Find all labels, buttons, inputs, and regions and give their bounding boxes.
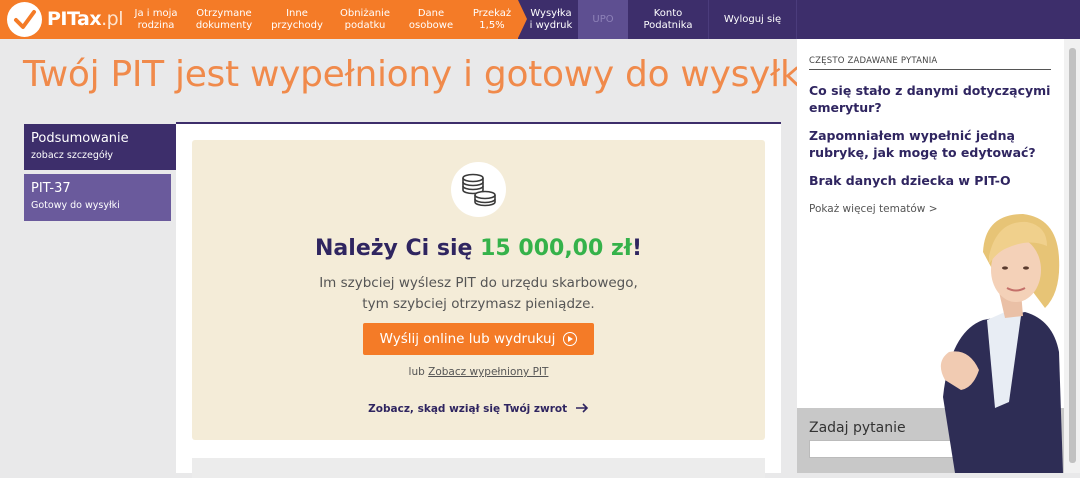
or-label: lub: [408, 366, 425, 378]
refund-source-label: Zobacz, skąd wziął się Twój zwrot: [368, 403, 568, 415]
nav-separator: [796, 0, 797, 39]
faq-question-link[interactable]: Brak danych dziecka w PIT-O: [809, 172, 1054, 189]
headline-prefix: Należy Ci się: [315, 236, 473, 261]
tab-summary-subtitle: zobacz szczegóły: [31, 150, 114, 161]
nav-item-one-percent[interactable]: Przekaż 1,5%: [466, 0, 518, 39]
view-pit-line: lub Zobacz wypełniony PIT: [192, 366, 765, 378]
refund-description: Im szybciej wyślesz PIT do urzędu skarbo…: [192, 273, 765, 315]
scrollbar-thumb[interactable]: [1069, 48, 1076, 463]
page-title: Twój PIT jest wypełniony i gotowy do wys…: [23, 54, 811, 95]
arrow-right-icon: [575, 403, 588, 413]
send-or-print-button[interactable]: Wyślij online lub wydrukuj: [363, 323, 594, 355]
ask-question-label: Zadaj pytanie: [809, 420, 906, 436]
logo-check-icon: [7, 2, 42, 37]
secondary-card: [192, 458, 765, 478]
refund-description-line2: tym szybciej otrzymasz pieniądze.: [362, 296, 595, 312]
tab-pit37[interactable]: PIT-37 Gotowy do wysyłki: [24, 174, 171, 221]
nav-item-documents[interactable]: Otrzymane dokumenty: [190, 0, 258, 39]
faq-divider: [809, 69, 1051, 70]
coins-icon: [451, 162, 506, 217]
logo-text: PITax.pl: [47, 8, 123, 30]
headline-suffix: !: [631, 236, 642, 261]
nav-item-personal-data[interactable]: Dane osobowe: [403, 0, 459, 39]
tab-pit37-subtitle: Gotowy do wysyłki: [31, 200, 120, 211]
pitax-logo[interactable]: PITax.pl: [7, 2, 125, 37]
nav-item-other-income[interactable]: Inne przychody: [266, 0, 328, 39]
top-navigation: PITax.pl Ja i moja rodzina Otrzymane dok…: [0, 0, 1080, 39]
nav-item-logout[interactable]: Wyloguj się: [709, 0, 796, 39]
tab-summary-title: Podsumowanie: [31, 131, 129, 146]
nav-item-family[interactable]: Ja i moja rodzina: [128, 0, 184, 39]
refund-source-link[interactable]: Zobacz, skąd wziął się Twój zwrot: [192, 403, 765, 415]
nav-item-upo[interactable]: UPO: [578, 0, 628, 39]
play-circle-icon: [563, 332, 578, 346]
tab-pit37-title: PIT-37: [31, 181, 71, 196]
faq-more-link[interactable]: Pokaż więcej tematów >: [809, 203, 938, 215]
send-button-label: Wyślij online lub wydrukuj: [379, 331, 556, 347]
faq-question-link[interactable]: Zapomniałem wypełnić jedną rubrykę, jak …: [809, 127, 1054, 161]
view-filled-pit-link[interactable]: Zobacz wypełniony PIT: [428, 366, 548, 378]
faq-caption: CZĘSTO ZADAWANE PYTANIA: [809, 56, 938, 66]
refund-headline: Należy Ci się 15 000,00 zł!: [192, 236, 765, 261]
nav-item-send-print[interactable]: Wysyłka i wydruk: [524, 0, 578, 39]
tab-summary[interactable]: Podsumowanie zobacz szczegóły: [24, 124, 176, 170]
nav-item-tax-relief[interactable]: Obniżanie podatku: [334, 0, 396, 39]
refund-description-line1: Im szybciej wyślesz PIT do urzędu skarbo…: [319, 275, 638, 291]
consultant-photo: [940, 214, 1063, 473]
faq-question-link[interactable]: Co się stało z danymi dotyczącymi emeryt…: [809, 82, 1054, 116]
refund-amount: 15 000,00 zł: [480, 236, 632, 261]
nav-item-account[interactable]: Konto Podatnika: [628, 0, 708, 39]
